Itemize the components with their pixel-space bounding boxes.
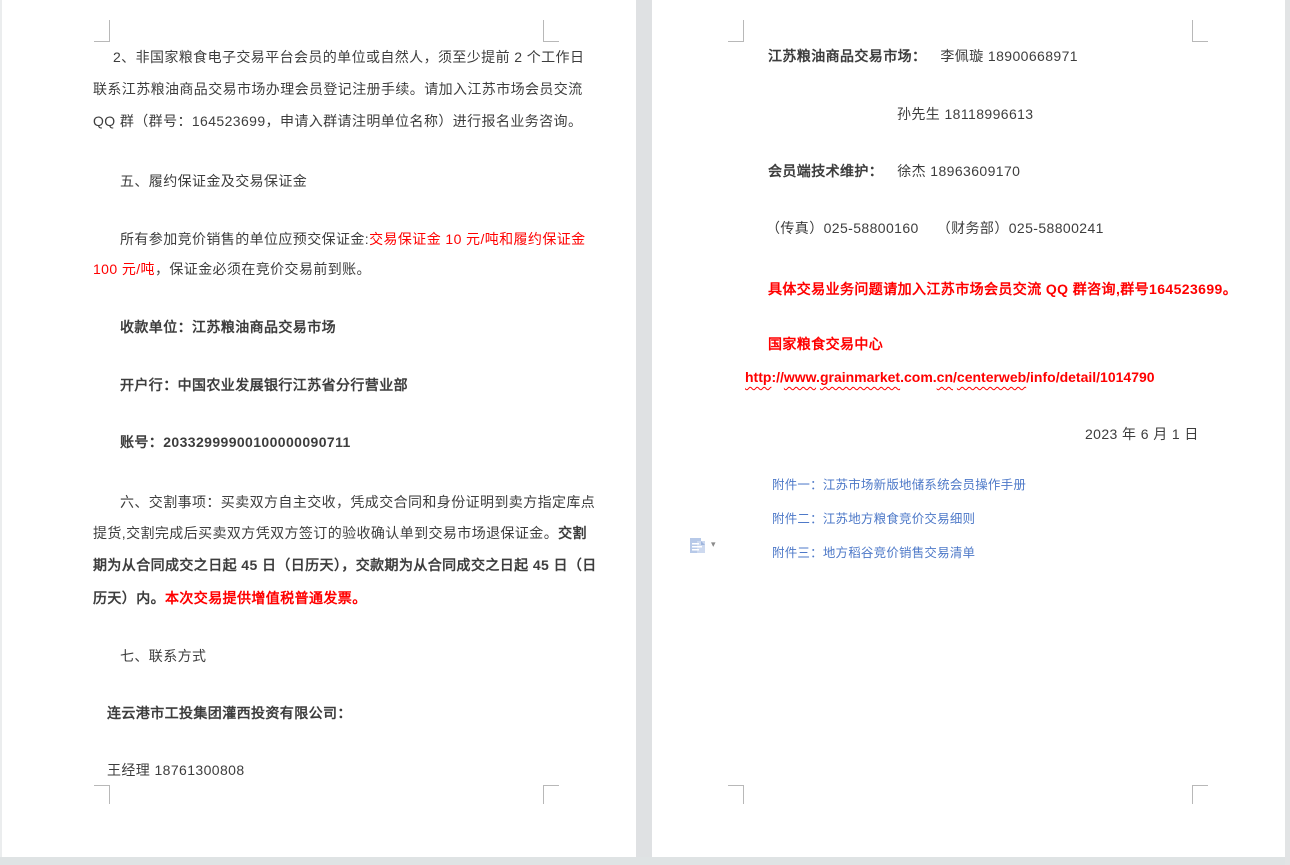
- margin-crop-mark: [728, 785, 744, 804]
- deposit-line1-red: 交易保证金 10 元/吨和履约保证金: [369, 231, 585, 247]
- clipboard-paste-icon: [688, 536, 708, 558]
- section6-line2: 提货,交割完成后买卖双方凭双方签订的验收确认单到交易市场退保证金。交割: [93, 525, 587, 542]
- margin-crop-mark: [728, 20, 744, 42]
- membership-para-line2: 联系江苏粮油商品交易市场办理会员登记注册手续。请加入江苏市场会员交流: [93, 81, 583, 98]
- attachment-link-2[interactable]: 附件二：江苏地方粮食竞价交易细则: [772, 511, 975, 528]
- deposit-line2-red: 100 元/吨: [93, 261, 155, 277]
- url-seg: /info/detail/1014790: [1026, 369, 1154, 385]
- margin-crop-mark: [1192, 785, 1208, 804]
- scrollbar-track[interactable]: [1285, 0, 1290, 865]
- market-contact: 李佩璇 18900668971: [940, 48, 1078, 64]
- attachment-title: 地方稻谷竞价销售交易清单: [823, 546, 975, 560]
- grainmarket-url[interactable]: http://www.grainmarket.com.cn/centerweb/…: [745, 369, 1155, 386]
- attachment-link-3[interactable]: 附件三：地方稻谷竞价销售交易清单: [772, 545, 975, 562]
- qq-notice-line: 具体交易业务问题请加入江苏市场会员交流 QQ 群咨询,群号164523699。: [768, 281, 1237, 298]
- attachment-label: 附件二：: [772, 512, 823, 526]
- url-seg: http: [745, 369, 771, 385]
- date-line: 2023 年 6 月 1 日: [1085, 426, 1199, 443]
- margin-crop-mark: [94, 20, 110, 42]
- url-seg: centerweb: [957, 369, 1026, 385]
- margin-crop-mark: [543, 20, 559, 42]
- bank-line: 开户行：中国农业发展银行江苏省分行营业部: [120, 377, 408, 394]
- document-page-1[interactable]: 2、非国家粮食电子交易平台会员的单位或自然人，须至少提前 2 个工作日 联系江苏…: [0, 0, 636, 857]
- contact-sun-line: 孙先生 18118996613: [897, 106, 1034, 123]
- window-left-edge: [0, 0, 2, 857]
- margin-crop-mark: [94, 785, 110, 804]
- chevron-down-icon: ▾: [711, 539, 716, 550]
- deposit-line1: 所有参加竞价销售的单位应预交保证金:交易保证金 10 元/吨和履约保证金: [120, 231, 586, 248]
- tech-contact-line: 会员端技术维护： 徐杰 18963609170: [768, 163, 1020, 180]
- market-label: 江苏粮油商品交易市场：: [768, 48, 926, 64]
- fax-number: （传真）025-58800160: [766, 220, 919, 236]
- margin-crop-mark: [543, 785, 559, 804]
- tech-contact: 徐杰 18963609170: [897, 163, 1020, 179]
- invoice-notice: 本次交易提供增值税普通发票。: [165, 590, 367, 606]
- section6-line3: 期为从合同成交之日起 45 日（日历天），交款期为从合同成交之日起 45 日（日: [93, 557, 597, 574]
- section7-heading: 七、联系方式: [120, 648, 206, 665]
- finance-number: （财务部）025-58800241: [937, 220, 1104, 236]
- company-line: 连云港市工投集团灌西投资有限公司：: [107, 705, 352, 722]
- page-gap: [636, 0, 652, 865]
- canvas-bottom-strip: [0, 857, 1290, 865]
- margin-crop-mark: [1192, 20, 1208, 42]
- url-seg: grainmarket: [820, 369, 900, 385]
- deposit-line1-black: 所有参加竞价销售的单位应预交保证金:: [120, 231, 369, 247]
- attachment-label: 附件一：: [772, 478, 823, 492]
- section6-line2-bold: 交割: [558, 525, 587, 541]
- payee-line: 收款单位：江苏粮油商品交易市场: [120, 319, 336, 336]
- attachment-title: 江苏地方粮食竞价交易细则: [823, 512, 975, 526]
- url-seg: .com.: [900, 369, 937, 385]
- url-seg: ://: [771, 369, 783, 385]
- attachment-link-1[interactable]: 附件一：江苏市场新版地储系统会员操作手册: [772, 477, 1026, 494]
- tech-label: 会员端技术维护：: [768, 163, 883, 179]
- url-seg: www: [784, 369, 816, 385]
- url-seg: cn: [937, 369, 953, 385]
- manager-line: 王经理 18761300808: [107, 762, 245, 779]
- center-name-line: 国家粮食交易中心: [768, 336, 883, 353]
- paste-options-button[interactable]: ▾: [688, 536, 722, 560]
- fax-line: （传真）025-58800160 （财务部）025-58800241: [766, 220, 1104, 237]
- attachment-title: 江苏市场新版地储系统会员操作手册: [823, 478, 1026, 492]
- market-contact-line: 江苏粮油商品交易市场： 李佩璇 18900668971: [768, 48, 1078, 65]
- section6-line2-normal: 提货,交割完成后买卖双方凭双方签订的验收确认单到交易市场退保证金。: [93, 525, 558, 541]
- membership-para-line1: 2、非国家粮食电子交易平台会员的单位或自然人，须至少提前 2 个工作日: [113, 49, 584, 66]
- attachment-label: 附件三：: [772, 546, 823, 560]
- deposit-line2-black: ，保证金必须在竞价交易前到账。: [155, 261, 371, 277]
- section6-line1: 六、交割事项：买卖双方自主交收，凭成交合同和身份证明到卖方指定库点: [120, 494, 595, 511]
- section5-heading: 五、履约保证金及交易保证金: [120, 173, 307, 190]
- section6-line4: 历天）内。本次交易提供增值税普通发票。: [93, 590, 367, 607]
- deposit-line2: 100 元/吨，保证金必须在竞价交易前到账。: [93, 261, 371, 278]
- account-line: 账号：20332999900100000090711: [120, 434, 351, 451]
- section6-line4-bold: 历天）内。: [93, 590, 165, 606]
- membership-para-line3: QQ 群（群号：164523699，申请入群请注明单位名称）进行报名业务咨询。: [93, 113, 582, 130]
